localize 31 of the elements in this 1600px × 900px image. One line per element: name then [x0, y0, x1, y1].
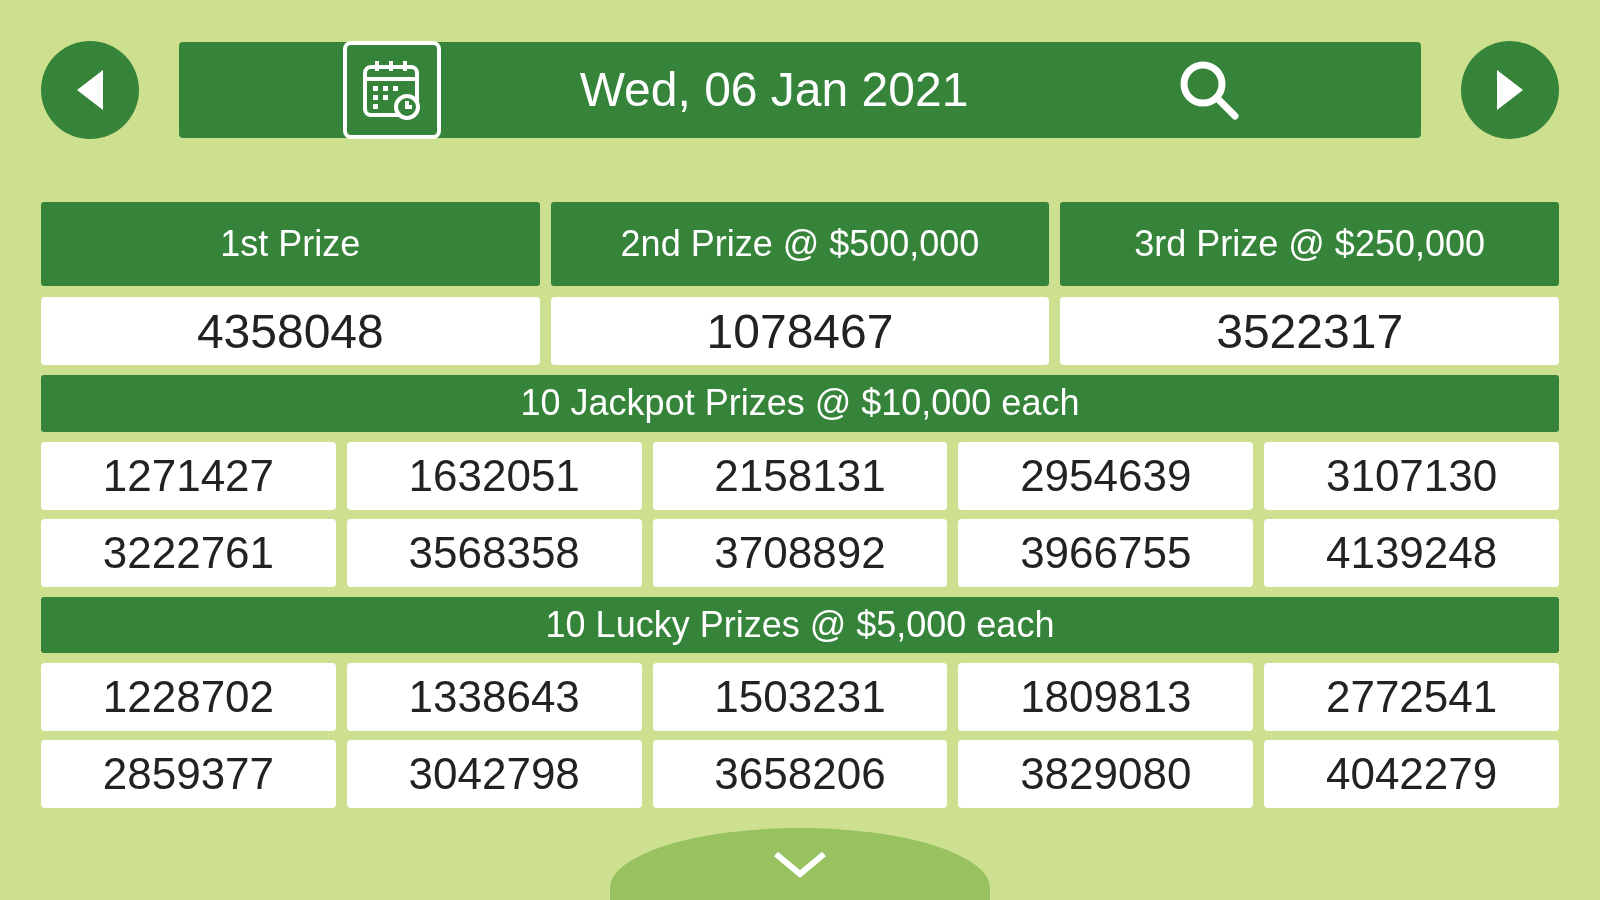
winning-number: 4042279	[1264, 740, 1559, 809]
winning-number: 2158131	[652, 441, 948, 510]
winning-number: 2859377	[41, 740, 336, 809]
winning-number: 3658206	[652, 740, 948, 809]
winning-number: 1809813	[958, 663, 1254, 732]
winning-number: 1228702	[41, 663, 336, 732]
prize-header: 1st Prize	[41, 202, 540, 286]
winning-number: 1503231	[652, 663, 948, 732]
winning-number: 3042798	[346, 740, 642, 809]
winning-number: 2954639	[958, 441, 1254, 510]
winning-number: 1271427	[41, 441, 336, 510]
winning-number: 3522317	[1060, 297, 1559, 365]
winning-number: 3708892	[652, 518, 948, 587]
prize-header: 2nd Prize @ $500,000	[550, 202, 1050, 286]
winning-number: 1078467	[550, 297, 1050, 365]
prize-header: 10 Lucky Prizes @ $5,000 each	[41, 596, 1559, 654]
winning-number: 3568358	[346, 518, 642, 587]
prize-header: 10 Jackpot Prizes @ $10,000 each	[41, 375, 1559, 432]
winning-number: 1632051	[346, 441, 642, 510]
winning-number: 2772541	[1264, 663, 1559, 732]
date-label: Wed, 06 Jan 2021	[578, 62, 970, 117]
winning-number: 3222761	[41, 518, 336, 587]
prize-header: 3rd Prize @ $250,000	[1060, 202, 1559, 286]
winning-number: 3107130	[1264, 441, 1559, 510]
calendar-button[interactable]	[343, 40, 441, 139]
winning-number: 3829080	[958, 740, 1254, 809]
winning-number: 4139248	[1264, 518, 1559, 587]
winning-number: 1338643	[346, 663, 642, 732]
winning-number: 3966755	[958, 518, 1254, 587]
winning-number: 4358048	[41, 297, 540, 365]
chevron-down-icon	[772, 850, 828, 879]
